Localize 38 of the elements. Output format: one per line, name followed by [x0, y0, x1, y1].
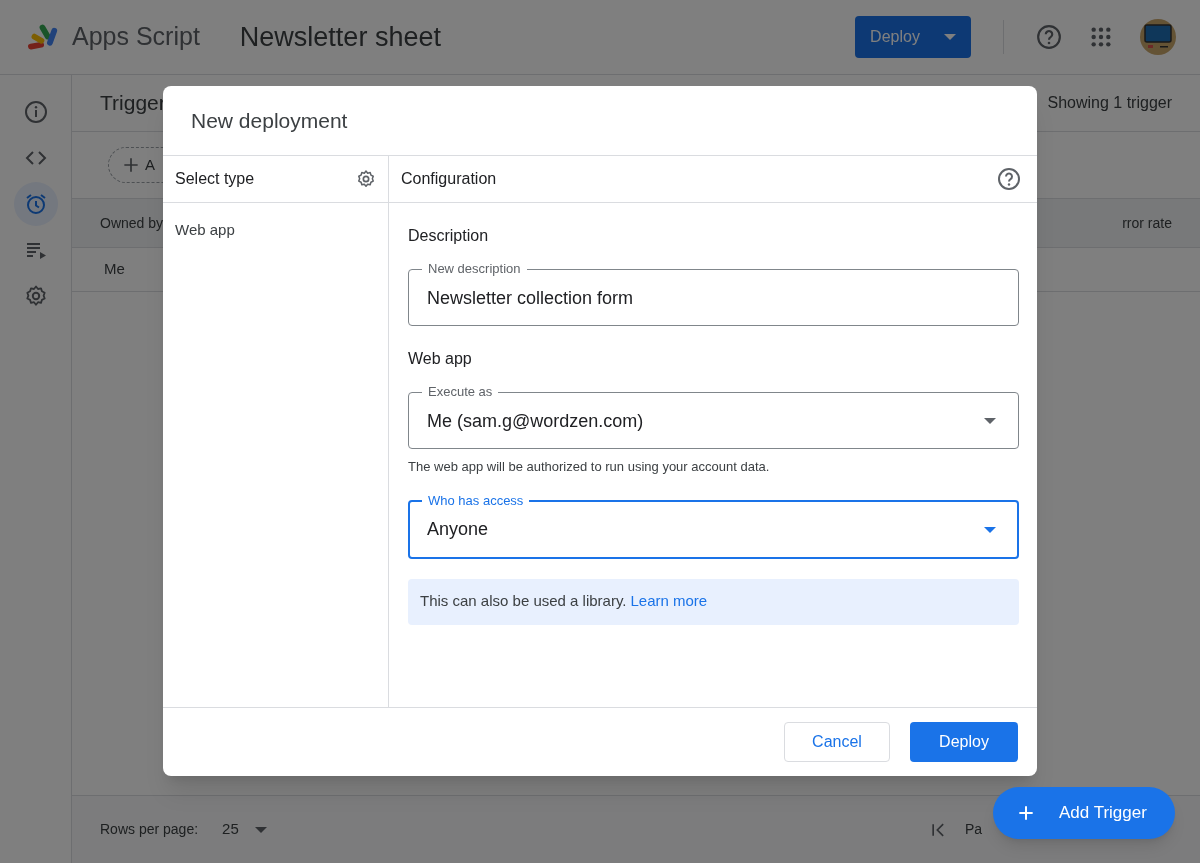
- plus-icon: [121, 155, 141, 175]
- page-title: Trigger: [100, 90, 166, 117]
- section-heading: Web app: [408, 349, 473, 369]
- rows-per-page-label: Rows per page:: [100, 820, 199, 839]
- settings-icon: [23, 284, 48, 308]
- deploy-button[interactable]: Deploy: [855, 16, 971, 58]
- trigger-count: Showing 1 trigger: [1047, 93, 1172, 113]
- sidebar-triggers-button[interactable]: [13, 182, 58, 226]
- column-header: Owned by: [100, 213, 164, 233]
- rows-per-page-select[interactable]: 25: [222, 818, 267, 841]
- learn-more-link[interactable]: Learn more: [630, 590, 708, 613]
- caret-icon: [984, 418, 996, 424]
- section-heading: Description: [408, 226, 490, 246]
- apps-grid-icon: [1090, 26, 1112, 48]
- input-field[interactable]: New description Newsletter collection form: [408, 261, 1019, 326]
- help-icon: [1036, 24, 1062, 50]
- project-title: Newsletter sheet: [239, 20, 441, 54]
- helper-text: The web app will be authorized to run using your account data.: [408, 458, 771, 476]
- dialog-title: New deployment: [191, 107, 348, 134]
- select-field[interactable]: Execute as Me (sam.g@wordzen.com): [408, 384, 1019, 449]
- column-header: rror rate: [1122, 213, 1172, 233]
- caret-icon: [254, 826, 267, 833]
- info-icon: [23, 100, 48, 124]
- column-heading: Configuration: [401, 169, 497, 189]
- caret-icon: [984, 526, 996, 533]
- avatar-icon: [1140, 19, 1176, 55]
- help-icon: [997, 167, 1021, 191]
- product-name: Apps Script: [72, 21, 200, 53]
- add-trigger-button[interactable]: Add Trigger: [993, 787, 1175, 839]
- plus-icon: [1016, 803, 1036, 823]
- table-cell-text: Me: [104, 259, 125, 280]
- deployment-type-item[interactable]: Web app: [163, 203, 388, 242]
- info-text: This can also be used a library.: [420, 591, 627, 612]
- deploy-button[interactable]: Deploy: [910, 722, 1018, 762]
- cancel-button[interactable]: Cancel: [784, 722, 890, 762]
- caret-icon: [943, 34, 956, 40]
- page-label: Pa: [964, 820, 982, 839]
- settings-icon: [356, 169, 376, 189]
